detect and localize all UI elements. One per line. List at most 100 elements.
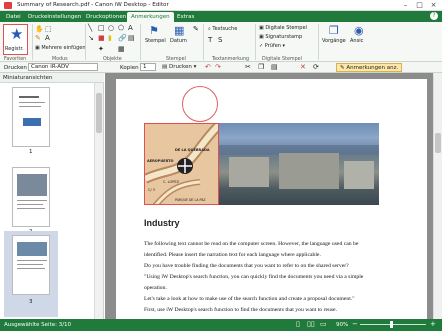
close-button[interactable]: × — [427, 0, 440, 11]
document-scrollbar[interactable] — [433, 73, 442, 319]
edit-stamp-icon[interactable]: ✎ — [193, 25, 199, 33]
minimize-button[interactable]: – — [399, 0, 412, 11]
window-title: Summary of Research.pdf - Canon iW Deskt… — [17, 2, 169, 8]
map-label-3: C. LOPEZ — [163, 180, 179, 184]
view-double-icon[interactable]: ▯▯ — [307, 320, 315, 328]
strike-icon[interactable]: S — [218, 36, 222, 44]
thumbnail-page-3[interactable]: 3 — [4, 231, 58, 317]
rotate-icon[interactable]: ⟳ — [313, 63, 319, 71]
text-anno-icon[interactable]: T — [208, 36, 212, 44]
link-icon[interactable]: 🔗 — [118, 34, 127, 42]
shape-icon[interactable]: ✦ — [98, 45, 104, 53]
thumbnail-panel: Miniaturansichten 1 2 3 — [0, 73, 104, 319]
copies-input[interactable]: 1 — [140, 63, 156, 71]
body-line-6: Let's take a look at how to make use of … — [144, 296, 355, 302]
stamp-icon: ⚑ — [149, 24, 159, 37]
tab-druckeinstellungen[interactable]: Druckeinstellungen — [24, 12, 85, 22]
thumbnail-header: Miniaturansichten — [0, 73, 104, 83]
document-scroll-thumb[interactable] — [435, 133, 441, 153]
highlight-icon[interactable]: ▮ — [108, 34, 112, 42]
title-bar: Summary of Research.pdf - Canon iW Deskt… — [0, 0, 442, 11]
print-toolbar: Drucken Canon iR-ADV Kopien 1 ▤ Drucken … — [0, 62, 442, 73]
help-icon[interactable]: ? — [430, 12, 438, 20]
tab-extras[interactable]: Extras — [173, 12, 198, 22]
eye-icon: ◉ — [354, 24, 364, 37]
rectangle-icon[interactable]: □ — [98, 24, 105, 32]
zoom-out-button[interactable]: − — [352, 320, 358, 328]
city-photo — [219, 123, 379, 205]
thumbnail-scrollbar[interactable] — [94, 83, 103, 319]
annotations-button[interactable]: ✎ Anmerkungen anz. — [336, 63, 403, 72]
insert-multiple-button[interactable]: ▣ Mehrere einfügen — [35, 45, 86, 51]
paste-icon[interactable]: ▤ — [271, 63, 278, 71]
tab-datei[interactable]: Datei — [2, 12, 25, 22]
app-icon — [4, 2, 12, 9]
copies-label: Kopien — [120, 65, 139, 71]
body-line-1: The following text cannot be read on the… — [144, 241, 359, 247]
pointer-icon[interactable]: ✋ — [35, 25, 44, 33]
body-text: The following text cannot be read on the… — [144, 239, 419, 316]
stamp-annotation[interactable] — [182, 86, 218, 122]
thumbnail-page-1[interactable]: 1 — [12, 87, 50, 157]
copy-icon[interactable]: ❐ — [258, 63, 264, 71]
line-icon[interactable]: ╲ — [88, 24, 92, 32]
zoom-in-button[interactable]: + — [430, 320, 436, 328]
redo-icon[interactable]: ↷ — [215, 63, 221, 71]
pen-icon[interactable]: ✎ — [35, 34, 41, 42]
map-image[interactable]: DE LA QUEBRADA AEROPUERTO C. LOPEZ PARQU… — [144, 123, 219, 205]
textbox-icon[interactable]: A — [128, 24, 133, 32]
text-select-icon[interactable]: A — [45, 34, 50, 42]
zoom-level: 90% — [336, 322, 349, 328]
signature-stamp-button[interactable]: ▣ Signaturstamp — [259, 34, 302, 40]
ribbon-tabs: Datei Druckeinstellungen Druckoptionen A… — [0, 11, 442, 22]
ribbon: ★ Registr. ✋ ⬚ ✎ A ▣ Mehrere einfügen ╲ … — [0, 22, 442, 62]
calendar-icon: ▦ — [174, 24, 185, 37]
section-heading: Industry — [144, 218, 180, 228]
map-graphic — [145, 124, 218, 204]
print-button[interactable]: ▤ Drucken ▾ — [162, 64, 196, 70]
body-line-4: "Using iW Desktop's search function, you… — [144, 274, 364, 280]
text-search-button[interactable]: ⌕ Textsuche — [208, 26, 237, 32]
digital-stamp-button[interactable]: ▣ Digitale Stempel — [259, 25, 307, 31]
status-bar: Ausgewählte Seite: 3/10 ▯ ▯▯ ▭ 90% − + — [0, 319, 442, 331]
cut-icon[interactable]: ✂ — [245, 63, 251, 71]
map-label-1: DE LA QUEBRADA — [175, 148, 210, 152]
thumbnail-page-2[interactable]: 2 — [12, 167, 50, 237]
stamp-button[interactable]: ⚑ Stempel — [145, 24, 167, 52]
fill-icon[interactable]: ■ — [98, 34, 105, 42]
delete-icon[interactable]: ✕ — [300, 63, 306, 71]
body-line-2: identified. Please insert the narration … — [144, 252, 321, 258]
note-icon[interactable]: ▤ — [128, 34, 135, 42]
register-label: Registr. — [5, 46, 24, 52]
printer-select[interactable]: Canon iR-ADV — [28, 63, 98, 71]
polygon-icon[interactable]: ⬠ — [118, 24, 124, 32]
thumbnail-scroll-thumb[interactable] — [96, 93, 102, 133]
date-button[interactable]: ▦ Datum — [170, 24, 192, 52]
document-page: DE LA QUEBRADA AEROPUERTO C. LOPEZ PARQU… — [116, 79, 427, 319]
tab-anmerkungen[interactable]: Anmerkungen — [127, 12, 174, 22]
print-label: Drucken — [4, 65, 27, 71]
body-line-7: First, use iW Desktop's search function … — [144, 307, 337, 313]
select-icon[interactable]: ⬚ — [45, 25, 52, 33]
zoom-slider-thumb[interactable] — [390, 321, 393, 328]
register-button[interactable]: ★ Registr. — [3, 24, 28, 55]
view-button[interactable]: ◉ Ansic — [350, 24, 370, 54]
body-line-3: Do you have trouble finding the document… — [144, 263, 349, 269]
preview-button[interactable]: ❐ Vorgänge — [322, 24, 348, 54]
zoom-slider[interactable] — [360, 321, 426, 328]
image-icon[interactable]: ▦ — [118, 45, 125, 53]
map-label-2: AEROPUERTO — [147, 159, 174, 163]
view-scroll-icon[interactable]: ▭ — [320, 320, 327, 328]
stack-icon: ❐ — [329, 24, 339, 37]
body-line-5: operation. — [144, 285, 167, 291]
check-button[interactable]: ✓ Prüfen ▾ — [259, 43, 285, 49]
document-view: DE LA QUEBRADA AEROPUERTO C. LOPEZ PARQU… — [105, 73, 442, 319]
tab-druckoptionen[interactable]: Druckoptionen — [82, 12, 130, 22]
undo-icon[interactable]: ↶ — [205, 63, 211, 71]
thumbnail-header-title: Miniaturansichten — [3, 75, 53, 81]
circle-icon[interactable]: ○ — [108, 24, 114, 32]
view-single-icon[interactable]: ▯ — [296, 320, 300, 328]
star-icon: ★ — [10, 25, 24, 43]
maximize-button[interactable]: □ — [413, 0, 426, 11]
arrow-icon[interactable]: ↘ — [88, 34, 94, 42]
